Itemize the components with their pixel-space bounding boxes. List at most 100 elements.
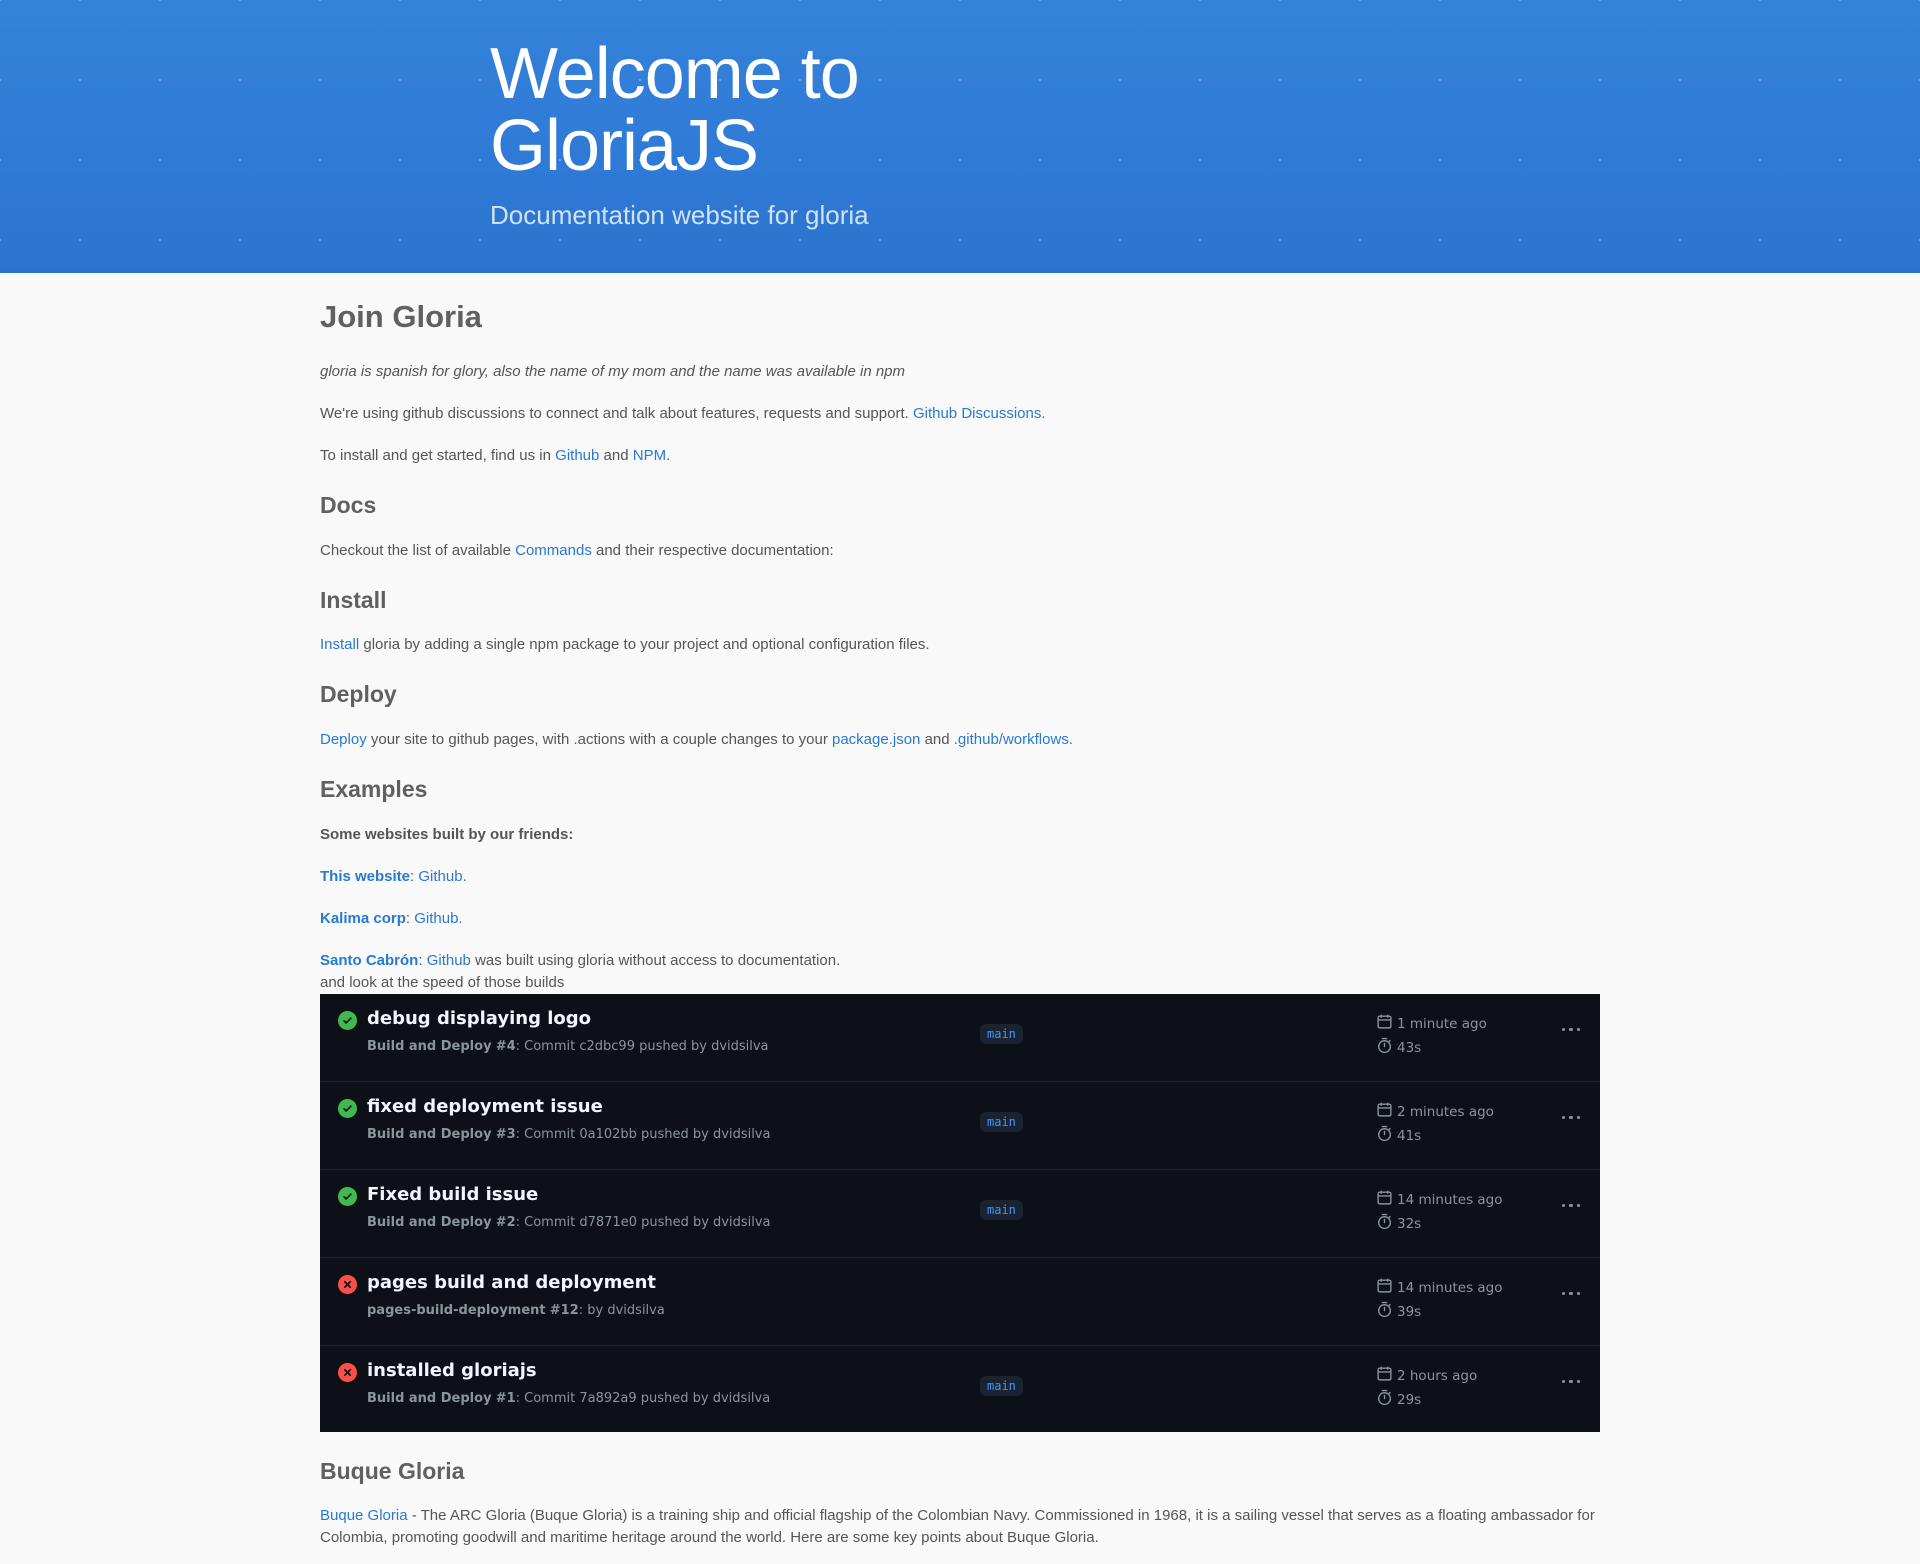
period: . [666, 447, 671, 465]
run-detail: Commit 0a102bb pushed by dvidsilva [524, 1126, 771, 1142]
package-json-link[interactable]: package.json [832, 731, 920, 748]
example-site-link[interactable]: This website [320, 868, 410, 885]
deploy-link[interactable]: Deploy [320, 731, 367, 748]
period: . [1041, 405, 1046, 423]
run-number: #4 [495, 1038, 516, 1054]
period: . [1068, 730, 1073, 748]
run-number: #12 [549, 1302, 579, 1318]
calendar-icon [1376, 1277, 1397, 1298]
install-section-text: gloria by adding a single npm package to… [363, 636, 930, 654]
npm-link[interactable]: NPM [633, 447, 666, 464]
examples-intro: Some websites built by our friends: [320, 825, 574, 843]
hero-banner: Welcome to GloriaJS Documentation websit… [0, 0, 1920, 273]
example-site-link[interactable]: Santo Cabrón [320, 952, 418, 969]
run-duration: 41s [1397, 1127, 1422, 1144]
run-workflow-name: Build and Deploy [367, 1126, 492, 1142]
run-detail: by dvidsilva [587, 1302, 665, 1318]
workflow-run-row[interactable]: pages build and deployment pages-build-de… [320, 1258, 1600, 1346]
run-title-link[interactable]: Fixed build issue [367, 1184, 538, 1205]
run-title-link[interactable]: debug displaying logo [367, 1008, 591, 1029]
docs-paragraph: Checkout the list of available Commands … [320, 540, 1600, 562]
run-duration: 43s [1397, 1039, 1422, 1056]
example-site-link[interactable]: Kalima corp [320, 910, 406, 927]
check-circle-icon [338, 1098, 357, 1118]
x-circle-icon [338, 1274, 357, 1294]
run-subtitle: Build and Deploy #1: Commit 7a892a9 push… [367, 1390, 771, 1406]
docs-text-2: and their respective documentation: [596, 541, 834, 559]
run-meta: 14 minutes ago 39s [1376, 1276, 1503, 1324]
workflow-runs-list: debug displaying logo Build and Deploy #4… [320, 993, 1600, 1432]
hero-subtitle: Documentation website for gloria [490, 200, 869, 230]
workflow-run-row[interactable]: fixed deployment issue Build and Deploy #… [320, 1082, 1600, 1170]
install-link[interactable]: Install [320, 636, 359, 653]
hero-content: Welcome to GloriaJS Documentation websit… [490, 38, 869, 231]
main-content: Join Gloria gloria is spanish for glory,… [320, 273, 1600, 1549]
kebab-menu-icon[interactable] [1561, 1379, 1580, 1384]
hero-title-line2: GloriaJS [490, 106, 759, 186]
run-workflow-name: pages-build-deployment [367, 1302, 546, 1318]
run-detail: Commit c2dbc99 pushed by dvidsilva [524, 1038, 769, 1054]
examples-heading: Examples [320, 775, 428, 802]
run-title-link[interactable]: fixed deployment issue [367, 1096, 603, 1117]
example-suffix: was built using gloria without access to… [475, 951, 841, 969]
run-duration: 32s [1397, 1215, 1422, 1232]
branch-badge[interactable]: main [980, 1199, 1023, 1220]
docs-heading: Docs [320, 492, 377, 519]
x-circle-icon [338, 1362, 357, 1382]
deploy-text: your site to github pages, with .actions… [370, 730, 828, 748]
builds-note: and look at the speed of those builds [320, 973, 565, 991]
run-subtitle: pages-build-deployment #12: by dvidsilva [367, 1302, 665, 1318]
branch-badge[interactable]: main [980, 1375, 1023, 1396]
install-paragraph: To install and get started, find us in G… [320, 445, 1600, 467]
buque-gloria-link[interactable]: Buque Gloria [320, 1507, 408, 1524]
stopwatch-icon [1376, 1389, 1397, 1410]
example-github-link[interactable]: Github [427, 952, 471, 969]
kebab-menu-icon[interactable] [1561, 1203, 1580, 1208]
branch-badge[interactable]: main [980, 1023, 1023, 1044]
buque-text: - The ARC Gloria (Buque Gloria) is a tra… [320, 1507, 1595, 1547]
run-title-link[interactable]: pages build and deployment [367, 1272, 656, 1293]
branch-badge[interactable]: main [980, 1111, 1023, 1132]
kebab-menu-icon[interactable] [1561, 1027, 1580, 1032]
run-meta: 2 hours ago 29s [1376, 1364, 1477, 1412]
run-time: 14 minutes ago [1397, 1279, 1503, 1296]
deploy-and: and [924, 730, 950, 748]
deploy-paragraph: Deploy your site to github pages, with .… [320, 729, 1600, 751]
run-meta: 1 minute ago 43s [1376, 1012, 1487, 1060]
discussions-text: We're using github discussions to connec… [320, 405, 909, 423]
colon: : [405, 909, 415, 927]
example-github-link[interactable]: Github. [418, 868, 466, 885]
run-workflow-name: Build and Deploy [367, 1038, 492, 1054]
and-text: and [603, 447, 629, 465]
run-number: #2 [495, 1214, 516, 1230]
run-title-link[interactable]: installed gloriajs [367, 1360, 537, 1381]
kebab-menu-icon[interactable] [1561, 1291, 1580, 1296]
workflow-run-row[interactable]: debug displaying logo Build and Deploy #4… [320, 994, 1600, 1082]
run-meta: 14 minutes ago 32s [1376, 1188, 1503, 1236]
commands-link[interactable]: Commands [515, 542, 592, 559]
run-workflow-name: Build and Deploy [367, 1390, 492, 1406]
check-circle-icon [338, 1010, 357, 1030]
deploy-heading: Deploy [320, 681, 397, 708]
run-subtitle: Build and Deploy #4: Commit c2dbc99 push… [367, 1038, 769, 1054]
run-number: #1 [495, 1390, 516, 1406]
run-duration: 39s [1397, 1303, 1422, 1320]
workflows-link[interactable]: .github/workflows [954, 731, 1069, 748]
run-meta: 2 minutes ago 41s [1376, 1100, 1494, 1148]
calendar-icon [1376, 1365, 1397, 1386]
check-circle-icon [338, 1186, 357, 1206]
buque-heading: Buque Gloria [320, 1457, 465, 1484]
example-github-link[interactable]: Github. [414, 910, 462, 927]
workflow-run-row[interactable]: installed gloriajs Build and Deploy #1: C… [320, 1346, 1600, 1432]
workflow-run-row[interactable]: Fixed build issue Build and Deploy #2: Co… [320, 1170, 1600, 1258]
calendar-icon [1376, 1189, 1397, 1210]
calendar-icon [1376, 1013, 1397, 1034]
install-section-paragraph: Install gloria by adding a single npm pa… [320, 634, 1600, 656]
stopwatch-icon [1376, 1037, 1397, 1058]
discussions-paragraph: We're using github discussions to connec… [320, 403, 1600, 425]
run-time: 1 minute ago [1397, 1015, 1487, 1032]
github-discussions-link[interactable]: Github Discussions [913, 405, 1041, 422]
github-link[interactable]: Github [555, 447, 599, 464]
stopwatch-icon [1376, 1301, 1397, 1322]
kebab-menu-icon[interactable] [1561, 1115, 1580, 1120]
